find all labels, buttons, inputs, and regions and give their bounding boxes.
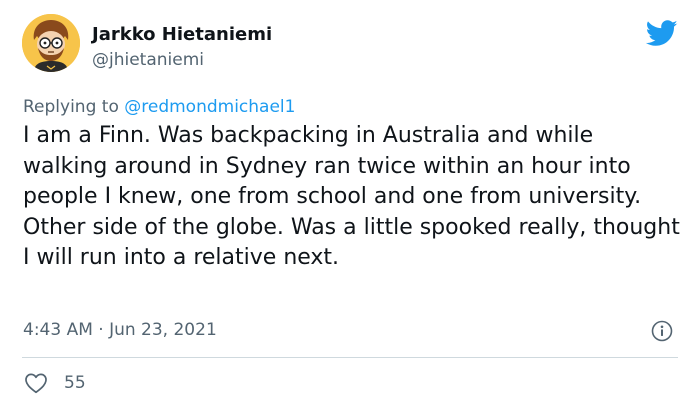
tweet-timestamp[interactable]: 4:43 AM · Jun 23, 2021 xyxy=(23,320,217,340)
cartoon-avatar-icon xyxy=(22,14,80,72)
divider xyxy=(22,357,678,358)
twitter-bird-icon[interactable] xyxy=(646,20,678,47)
info-icon[interactable] xyxy=(651,320,673,342)
tweet-text: I am a Finn. Was backpacking in Australi… xyxy=(23,123,680,270)
replying-to: Replying to @redmondmichael1 xyxy=(23,97,295,117)
replying-to-label: Replying to xyxy=(23,97,125,117)
reply-mention-link[interactable]: @redmondmichael1 xyxy=(124,97,295,117)
heart-icon[interactable] xyxy=(24,372,48,394)
like-count: 55 xyxy=(64,373,86,393)
avatar[interactable] xyxy=(22,14,80,72)
author-handle[interactable]: @jhietaniemi xyxy=(92,50,204,70)
author-display-name[interactable]: Jarkko Hietaniemi xyxy=(92,24,272,45)
tweet-card: Jarkko Hietaniemi @jhietaniemi Replying … xyxy=(0,0,700,411)
